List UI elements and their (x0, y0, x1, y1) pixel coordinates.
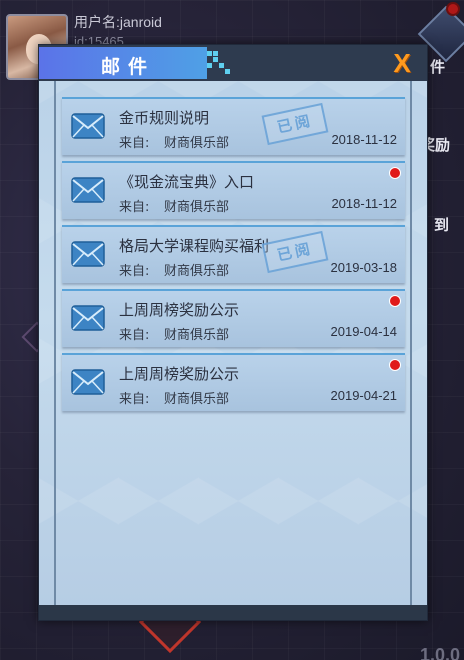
close-button[interactable]: X (389, 50, 415, 76)
mail-sender: 财商俱乐部 (164, 200, 230, 215)
mail-item[interactable]: 《现金流宝典》入口 来自: 财商俱乐部 2018-11-12 (62, 161, 405, 219)
mail-title: 金币规则说明 (119, 109, 210, 127)
notification-dot (446, 2, 460, 16)
mail-title: 《现金流宝典》入口 (119, 173, 255, 191)
mail-sender: 财商俱乐部 (164, 392, 230, 407)
right-rail (410, 81, 412, 607)
mail-list: 金币规则说明 来自: 财商俱乐部 2018-11-12 已阅 《现金流宝典》入口… (62, 97, 405, 417)
side-sign-label: 到 (434, 216, 450, 234)
envelope-icon (71, 177, 105, 203)
mail-date: 2019-04-21 (330, 388, 398, 403)
unread-dot (389, 359, 401, 371)
dialog-title-bar: 邮件 X (39, 45, 427, 81)
mail-sender: 财商俱乐部 (164, 328, 230, 343)
envelope-icon (71, 369, 105, 395)
dialog-title: 邮件 (101, 56, 156, 78)
envelope-icon (71, 113, 105, 139)
mail-title: 上周周榜奖励公示 (119, 301, 240, 319)
mail-dialog: 邮件 X 金币规则说明 来自: 财商俱乐部 2018-11-12 已阅 《现金流… (38, 44, 428, 621)
mail-from-label: 来自: (119, 136, 150, 151)
unread-dot (389, 295, 401, 307)
side-mail-label: 件 (430, 58, 446, 76)
mail-date: 2018-11-12 (331, 132, 397, 147)
mail-date: 2019-04-14 (330, 324, 398, 339)
mail-item[interactable]: 上周周榜奖励公示 来自: 财商俱乐部 2019-04-21 (62, 353, 405, 411)
mail-from-label: 来自: (119, 200, 150, 215)
envelope-icon (71, 241, 105, 267)
username-label: 用户名:janroid (74, 14, 162, 30)
mail-title: 上周周榜奖励公示 (119, 365, 240, 383)
mail-item[interactable]: 金币规则说明 来自: 财商俱乐部 2018-11-12 已阅 (62, 97, 405, 155)
title-tab: 邮件 (39, 47, 207, 79)
left-rail (54, 81, 56, 607)
mail-from-label: 来自: (119, 264, 150, 279)
mail-item[interactable]: 上周周榜奖励公示 来自: 财商俱乐部 2019-04-14 (62, 289, 405, 347)
pixel-decoration-icon (207, 47, 233, 79)
version-label: 1.0.0 (419, 645, 460, 660)
mail-date: 2018-11-12 (331, 196, 397, 211)
read-stamp: 已阅 (261, 230, 329, 274)
mail-list-panel[interactable]: 金币规则说明 来自: 财商俱乐部 2018-11-12 已阅 《现金流宝典》入口… (39, 81, 427, 607)
read-stamp: 已阅 (261, 102, 329, 146)
envelope-icon (71, 305, 105, 331)
mail-date: 2019-03-18 (330, 260, 398, 275)
mail-item[interactable]: 格局大学课程购买福利 来自: 财商俱乐部 2019-03-18 已阅 (62, 225, 405, 283)
mail-from-label: 来自: (119, 328, 150, 343)
mail-sender: 财商俱乐部 (164, 136, 230, 151)
dialog-footer-bar (39, 605, 427, 620)
mail-from-label: 来自: (119, 392, 150, 407)
mail-title: 格局大学课程购买福利 (119, 237, 270, 255)
mail-sender: 财商俱乐部 (164, 264, 230, 279)
unread-dot (389, 167, 401, 179)
